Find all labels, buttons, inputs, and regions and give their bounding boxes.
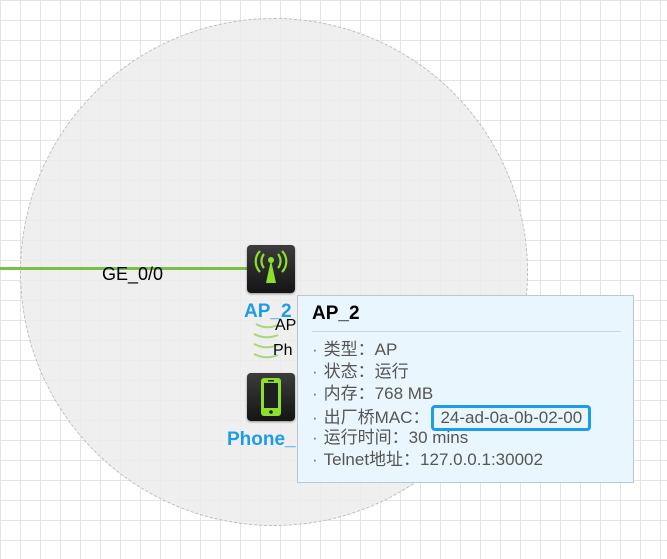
- detail-label: 类型：: [323, 340, 375, 359]
- detail-row-status: · 状态：运行: [312, 361, 591, 383]
- device-info-tooltip: AP_2 · 类型：AP · 状态：运行 · 内存：768 MB · 出厂桥MAC： 24…: [297, 295, 634, 483]
- bullet-icon: ·: [312, 384, 318, 403]
- detail-value: 30 mins: [408, 428, 469, 447]
- detail-label: 状态：: [323, 362, 375, 381]
- wireless-link-label-phone: Ph: [273, 342, 293, 359]
- phone-device[interactable]: [247, 373, 295, 421]
- bullet-icon: ·: [312, 362, 318, 381]
- bullet-icon: ·: [312, 408, 318, 427]
- ap-device[interactable]: [247, 245, 295, 293]
- detail-value: 运行: [374, 362, 409, 381]
- tooltip-details: · 类型：AP · 状态：运行 · 内存：768 MB · 出厂桥MAC： 24-ad-0…: [312, 339, 592, 471]
- tooltip-title: AP_2: [312, 303, 360, 324]
- detail-row-type: · 类型：AP: [312, 339, 591, 361]
- detail-label: 运行时间：: [323, 428, 409, 447]
- detail-row-telnet: · Telnet地址：127.0.0.1:30002: [312, 449, 591, 471]
- detail-row-memory: · 内存：768 MB: [312, 383, 591, 405]
- detail-value: AP: [374, 340, 398, 359]
- bullet-icon: ·: [312, 428, 318, 447]
- bullet-icon: ·: [312, 340, 318, 359]
- mobile-phone-icon: [261, 378, 281, 416]
- phone-label[interactable]: Phone_: [227, 429, 296, 451]
- detail-label: Telnet地址：: [323, 450, 421, 469]
- link-port-label: GE_0/0: [102, 264, 164, 284]
- bullet-icon: ·: [312, 450, 318, 469]
- wireless-link-label-ap: AP: [275, 317, 297, 334]
- detail-row-mac: · 出厂桥MAC： 24-ad-0a-0b-02-00: [312, 405, 592, 431]
- detail-label: 内存：: [323, 384, 375, 403]
- tooltip-divider: [312, 331, 621, 332]
- detail-label: 出厂桥MAC：: [323, 408, 430, 427]
- wireless-ap-icon: [254, 250, 288, 283]
- detail-value: 768 MB: [374, 384, 434, 403]
- detail-value: 127.0.0.1:30002: [420, 450, 543, 469]
